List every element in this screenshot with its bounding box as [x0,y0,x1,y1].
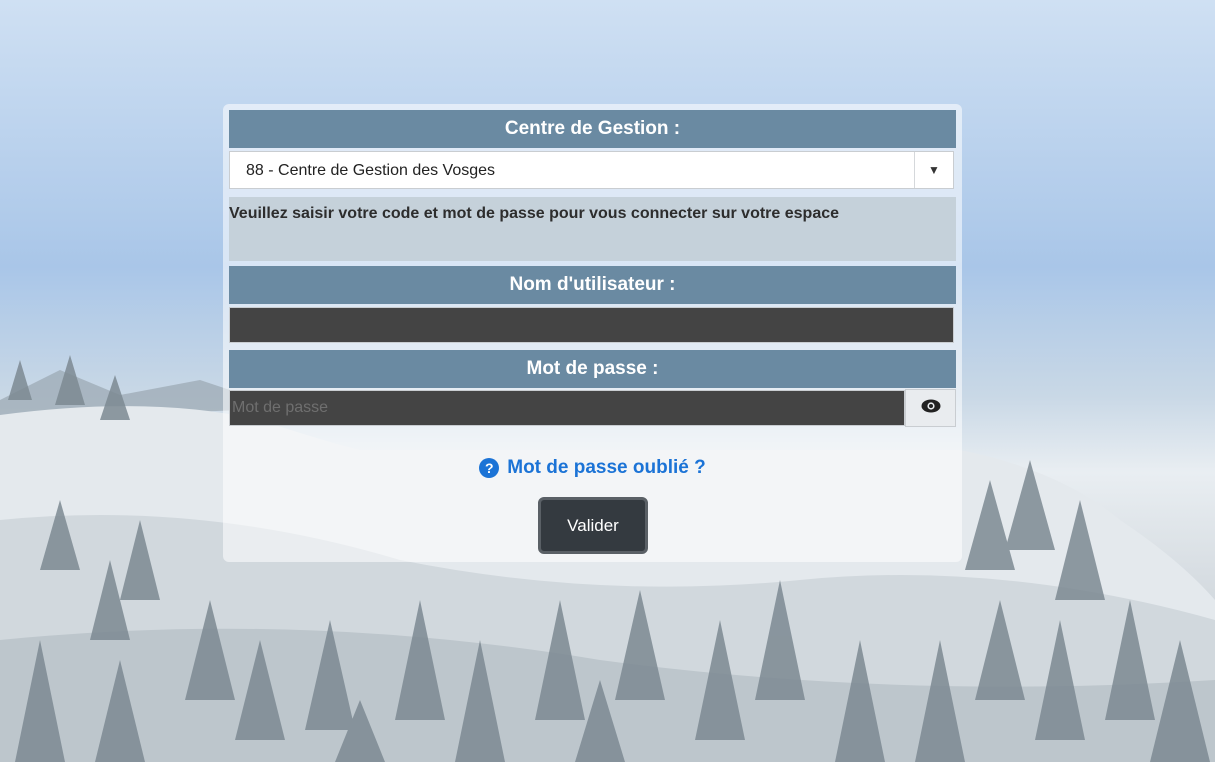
login-panel: Centre de Gestion : 88 - Centre de Gesti… [223,104,962,562]
password-header: Mot de passe : [229,350,956,388]
password-input[interactable] [229,390,905,426]
forgot-password-label[interactable]: Mot de passe oublié ? [507,457,705,479]
login-instructions: Veuillez saisir votre code et mot de pas… [229,197,956,261]
username-input[interactable] [229,307,954,343]
forgot-password-link[interactable]: ? Mot de passe oublié ? [223,457,962,479]
question-circle-icon: ? [479,458,500,478]
show-password-button[interactable] [905,389,956,427]
username-header: Nom d'utilisateur : [229,266,956,304]
centre-select[interactable]: 88 - Centre de Gestion des Vosges ▼ [229,151,954,189]
eye-icon [921,399,941,418]
submit-button[interactable]: Valider [538,497,648,554]
centre-header: Centre de Gestion : [229,110,956,148]
chevron-down-icon[interactable]: ▼ [914,152,953,188]
centre-select-value: 88 - Centre de Gestion des Vosges [246,162,496,179]
